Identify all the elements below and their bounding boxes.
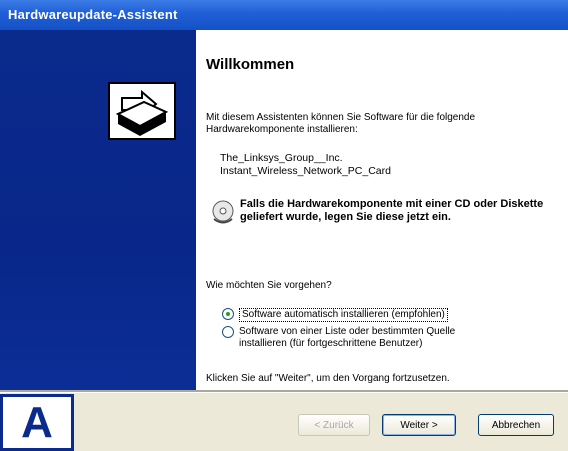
- wizard-window: Hardwareupdate-Assistent Willkommen Mit …: [0, 0, 568, 451]
- question-text: Wie möchten Sie vorgehen?: [206, 280, 332, 291]
- next-button[interactable]: Weiter >: [382, 414, 456, 436]
- title-bar[interactable]: Hardwareupdate-Assistent: [0, 0, 568, 30]
- intro-text: Mit diesem Assistenten können Sie Softwa…: [206, 112, 476, 135]
- radio-auto-install[interactable]: [222, 308, 234, 320]
- back-button[interactable]: < Zurück: [298, 414, 370, 436]
- device-line-2: Instant_Wireless_Network_PC_Card: [220, 165, 391, 177]
- page-title: Willkommen: [206, 56, 295, 73]
- radio-manual-install[interactable]: [222, 326, 234, 338]
- step-marker: A: [0, 394, 74, 451]
- option-auto-install-label[interactable]: Software automatisch installieren (empfo…: [239, 308, 448, 322]
- device-name: The_Linksys_Group__Inc. Instant_Wireless…: [220, 152, 391, 178]
- option-manual-install[interactable]: Software von einer Liste oder bestimmten…: [222, 326, 455, 350]
- wizard-content: Willkommen Mit diesem Assistenten können…: [196, 30, 568, 390]
- option-auto-install[interactable]: Software automatisch installieren (empfo…: [222, 308, 448, 322]
- option-manual-line-2: installieren (für fortgeschrittene Benut…: [239, 338, 423, 349]
- cd-icon: [212, 200, 234, 224]
- step-marker-label: A: [21, 397, 53, 447]
- window-title: Hardwareupdate-Assistent: [8, 7, 178, 22]
- option-manual-install-label[interactable]: Software von einer Liste oder bestimmten…: [239, 326, 455, 350]
- hardware-wizard-icon: [108, 82, 176, 140]
- wizard-side-panel: [0, 30, 196, 390]
- continue-hint: Klicken Sie auf "Weiter", um den Vorgang…: [206, 373, 450, 384]
- cancel-button[interactable]: Abbrechen: [478, 414, 554, 436]
- device-line-1: The_Linksys_Group__Inc.: [220, 152, 343, 164]
- option-manual-line-1: Software von einer Liste oder bestimmten…: [239, 326, 456, 337]
- cd-note: Falls die Hardwarekomponente mit einer C…: [240, 198, 544, 223]
